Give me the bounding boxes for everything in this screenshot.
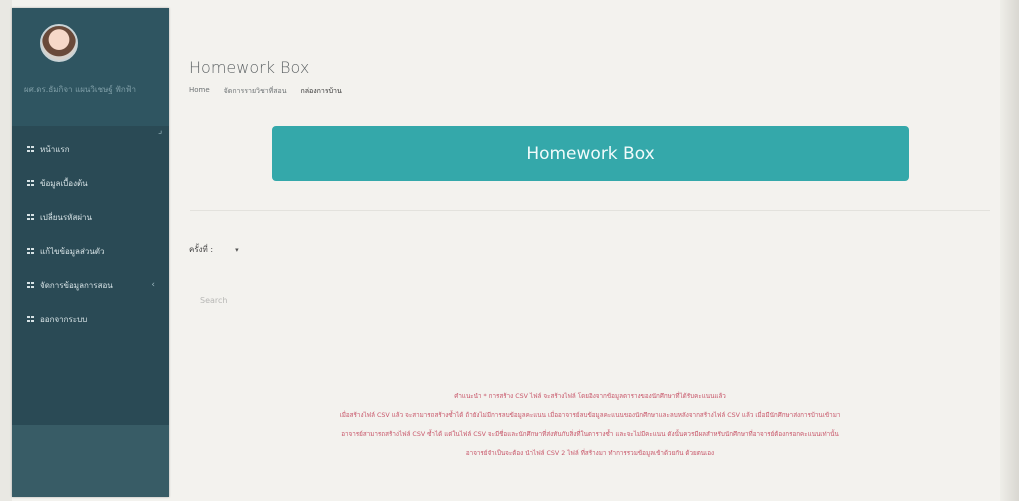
sidebar-item-label: แก้ไขข้อมูลส่วนตัว xyxy=(40,246,105,256)
sidebar-item-home[interactable]: หน้าแรก xyxy=(12,132,169,166)
scan-shadow xyxy=(1000,0,1019,501)
note-line-1: คำแนะนำ * การสร้าง CSV ไฟล์ จะสร้างไฟล์ … xyxy=(454,393,726,400)
caret-down-icon[interactable]: ▾ xyxy=(235,246,239,254)
note-line-2: เมื่อสร้างไฟล์ CSV แล้ว จะสามารถสร้างซ้ำ… xyxy=(339,412,841,419)
instructions-note: คำแนะนำ * การสร้าง CSV ไฟล์ จะสร้างไฟล์ … xyxy=(200,387,980,463)
breadcrumb-courses[interactable]: จัดการรายวิชาที่สอน xyxy=(224,86,287,97)
sidebar-item-label: หน้าแรก xyxy=(40,144,70,154)
sidebar-item-label: เปลี่ยนรหัสผ่าน xyxy=(40,212,92,222)
breadcrumb: Home จัดการรายวิชาที่สอน กล่องการบ้าน xyxy=(189,86,342,97)
chevron-left-icon: ‹ xyxy=(151,280,155,290)
sidebar-item-basic-info[interactable]: ข้อมูลเบื้องต้น xyxy=(12,166,169,200)
grid-icon xyxy=(27,214,34,220)
round-filter[interactable]: ครั้งที่ : ▾ xyxy=(189,243,239,256)
sidebar-item-logout[interactable]: ออกจากระบบ xyxy=(12,302,169,336)
user-name: ผศ.ดร.ธัมกิจา แผนวิเชษฐ์ ฟักฟ้า xyxy=(24,85,136,94)
homework-box-banner: Homework Box xyxy=(272,126,909,181)
divider xyxy=(190,210,990,211)
note-line-3: อาจารย์สามารถสร้างไฟล์ CSV ซ้ำได้ แต่ในไ… xyxy=(341,431,839,438)
sidebar-item-label: ข้อมูลเบื้องต้น xyxy=(40,178,88,188)
note-line-4: อาจารย์จำเป็นจะต้อง นำไฟล์ CSV 2 ไฟล์ ที… xyxy=(465,450,715,457)
grid-icon xyxy=(27,146,34,152)
sidebar-item-label: ออกจากระบบ xyxy=(40,314,88,324)
grid-icon xyxy=(27,248,34,254)
sidebar-footer xyxy=(12,425,169,497)
breadcrumb-current: กล่องการบ้าน xyxy=(300,87,342,95)
scan-edge xyxy=(0,0,12,501)
sidebar-item-label: จัดการข้อมูลการสอน xyxy=(40,280,113,290)
profile-panel: ผศ.ดร.ธัมกิจา แผนวิเชษฐ์ ฟักฟ้า xyxy=(12,8,169,126)
sidebar-menu: หน้าแรก ข้อมูลเบื้องต้น เปลี่ยนรหัสผ่าน … xyxy=(12,132,169,336)
sidebar-item-edit-profile[interactable]: แก้ไขข้อมูลส่วนตัว xyxy=(12,234,169,268)
grid-icon xyxy=(27,316,34,322)
sidebar-item-teaching[interactable]: จัดการข้อมูลการสอน ‹ xyxy=(12,268,169,302)
grid-icon xyxy=(27,282,34,288)
page-title: Homework Box xyxy=(189,58,310,77)
round-filter-label: ครั้งที่ : xyxy=(189,245,214,254)
grid-icon xyxy=(27,180,34,186)
sidebar-item-change-password[interactable]: เปลี่ยนรหัสผ่าน xyxy=(12,200,169,234)
breadcrumb-home[interactable]: Home xyxy=(189,86,210,97)
avatar xyxy=(40,24,78,62)
search-input[interactable] xyxy=(200,293,400,307)
main-content: Homework Box Home จัดการรายวิชาที่สอน กล… xyxy=(180,0,1000,501)
sidebar: ผศ.ดร.ธัมกิจา แผนวิเชษฐ์ ฟักฟ้า ⌟ หน้าแร… xyxy=(12,8,169,497)
